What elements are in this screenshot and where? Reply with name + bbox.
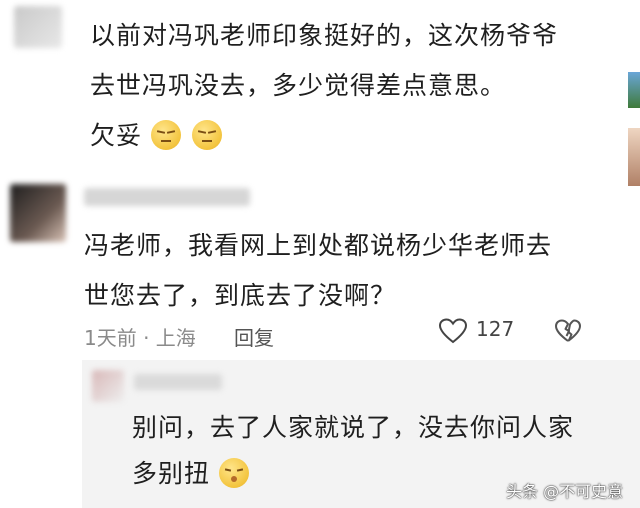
username[interactable] — [134, 374, 222, 390]
reply-text: 多别扭 — [132, 459, 211, 488]
heart-icon — [438, 318, 468, 344]
image-thumbnail[interactable] — [628, 128, 640, 186]
comment-text-line: 冯老师，我看网上到处都说杨少华老师去 — [84, 231, 553, 260]
comment-text-line: 欠妥 — [90, 116, 224, 156]
annoyed-emoji-icon — [191, 120, 222, 150]
avatar[interactable] — [10, 184, 66, 242]
shy-emoji-icon — [218, 458, 249, 488]
like-count: 127 — [476, 317, 515, 341]
avatar[interactable] — [14, 6, 62, 48]
watermark: 头条 @不可史意 — [506, 482, 624, 501]
comment-text-line: 以前对冯巩老师印象挺好的，这次杨爷爷 — [90, 21, 559, 50]
comment-text-line: 去世冯巩没去，多少觉得差点意思。 — [90, 71, 507, 100]
comment-time-location: 1天前 · 上海 — [84, 326, 196, 350]
comment-text-line: 世您去了，到底去了没啊？ — [84, 281, 397, 310]
image-thumbnail[interactable] — [628, 72, 640, 108]
annoyed-emoji-icon — [150, 120, 181, 150]
avatar[interactable] — [92, 370, 124, 402]
username[interactable] — [84, 188, 250, 206]
like-button[interactable]: 127 — [438, 316, 528, 346]
reply-button[interactable]: 回复 — [234, 322, 274, 351]
reply-text-line: 多别扭 — [132, 454, 251, 494]
dislike-icon[interactable] — [554, 318, 582, 344]
comment-text: 欠妥 — [90, 121, 143, 150]
reply-text-line: 别问，去了人家就说了，没去你问人家 — [132, 413, 575, 442]
